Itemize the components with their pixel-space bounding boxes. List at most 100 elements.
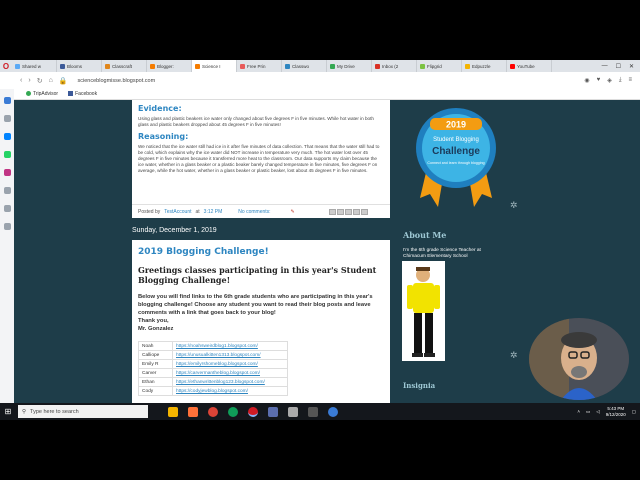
student-blog-link[interactable]: https://codyjewblog.blogspot.com/: [172, 386, 288, 396]
tab-favicon-icon: [105, 63, 110, 69]
student-name: Calliope: [138, 350, 173, 360]
edit-pencil-icon[interactable]: ✎: [291, 209, 295, 215]
date-header: Sunday, December 1, 2019: [132, 227, 217, 234]
student-name: Ethan: [138, 377, 173, 387]
student-blog-link[interactable]: https://ethanwrittenblog123.blogspot.com…: [172, 377, 288, 387]
app-icon[interactable]: [328, 406, 338, 417]
student-table: Noah https://noahsweirdblog1.blogspot.com…: [138, 341, 288, 396]
browser-tab[interactable]: Free Prin: [237, 60, 282, 72]
chrome-alt-icon[interactable]: [228, 406, 238, 417]
tab-label: Flipgrid: [427, 63, 442, 69]
browser-tab[interactable]: Flipgrid: [417, 60, 462, 72]
evidence-text: Using glass and plastic beakers ice wate…: [138, 116, 374, 127]
whatsapp-icon[interactable]: [3, 151, 11, 158]
flow-icon[interactable]: [3, 187, 11, 194]
speed-dial-icon[interactable]: [3, 97, 11, 104]
author-link[interactable]: TestAccount: [164, 209, 191, 215]
forward-icon[interactable]: ›: [28, 77, 30, 84]
history-icon[interactable]: [3, 205, 11, 212]
snapshot-icon[interactable]: ◉: [584, 77, 589, 84]
tab-favicon-icon: [150, 63, 155, 69]
browser-tab[interactable]: My Drive: [327, 60, 372, 72]
sparkle-icon: ✲: [510, 350, 518, 360]
tab-label: Inbox (2: [382, 63, 399, 69]
pinterest-share-icon[interactable]: [360, 208, 368, 215]
window-controls: — ☐ ✕: [602, 63, 640, 70]
screen: O Shared w Blooms Classcraft Blogger: Scienc…: [0, 60, 640, 420]
post-title[interactable]: 2019 Blogging Challenge!: [138, 247, 384, 257]
notifications-icon[interactable]: ▢: [632, 409, 636, 415]
clock[interactable]: 5:43 PM 9/12/2020: [606, 406, 626, 418]
up-arrow-icon[interactable]: ˄: [577, 409, 580, 414]
tab-strip: O Shared w Blooms Classcraft Blogger: Scienc…: [0, 60, 640, 72]
close-icon[interactable]: ✕: [629, 63, 634, 70]
minimize-icon[interactable]: —: [602, 63, 608, 70]
instagram-icon[interactable]: [3, 169, 11, 176]
browser-tab[interactable]: Edpuzzle: [462, 60, 507, 72]
tab-label: Edpuzzle: [472, 63, 491, 69]
settings-icon[interactable]: [3, 223, 11, 230]
evidence-heading: Evidence:: [138, 104, 182, 113]
download-icon[interactable]: ⤓: [619, 77, 622, 84]
browser-tab[interactable]: Blooms: [57, 60, 102, 72]
browser-tab[interactable]: Classcraft: [102, 60, 147, 72]
app-icon[interactable]: [288, 406, 298, 417]
badge-line2: Challenge: [432, 146, 480, 157]
student-name: Cody: [138, 386, 173, 396]
browser-tab[interactable]: Shared w: [12, 60, 57, 72]
file-explorer-icon[interactable]: [168, 406, 178, 417]
maximize-icon[interactable]: ☐: [616, 63, 621, 70]
reasoning-text: We noticed that the ice water still had …: [138, 144, 380, 173]
blogthis-share-icon[interactable]: [336, 208, 344, 215]
student-blog-link[interactable]: https://noahsweirdblog1.blogspot.com/: [172, 341, 288, 351]
facebook-share-icon[interactable]: [352, 208, 360, 215]
student-blog-link[interactable]: https://carvermantheblog.blogspot.com/: [172, 368, 288, 378]
blog-post: 2019 Blogging Challenge! Greetings class…: [132, 240, 390, 403]
vpn-icon[interactable]: ♥: [597, 77, 601, 84]
tab-favicon-icon: [510, 63, 515, 69]
back-icon[interactable]: ‹: [20, 77, 22, 84]
twitter-share-icon[interactable]: [344, 208, 352, 215]
chrome-icon[interactable]: [208, 406, 218, 417]
student-blog-link[interactable]: https://emilyrshomeblog.blogspot.com/: [172, 359, 288, 369]
messenger-icon[interactable]: [3, 133, 11, 140]
app-icon[interactable]: [308, 406, 318, 417]
reload-icon[interactable]: ↻: [37, 77, 43, 85]
browser-tab[interactable]: Classwo: [282, 60, 327, 72]
adblock-icon[interactable]: ◈: [607, 77, 612, 84]
search-icon: ⚲: [22, 408, 27, 415]
table-row: Carver https://carvermantheblog.blogspot.…: [138, 368, 288, 378]
volume-icon[interactable]: ◁: [596, 409, 599, 415]
webcam-overlay: [529, 318, 629, 400]
app-icon[interactable]: [268, 406, 278, 417]
browser-tab[interactable]: Inbox (2: [372, 60, 417, 72]
network-icon[interactable]: ▭: [586, 409, 590, 415]
opera-icon[interactable]: [248, 406, 258, 417]
table-row: Ethan https://ethanwrittenblog123.blogspo…: [138, 377, 288, 387]
bookmarks-bar: TripAdvisor Facebook: [14, 89, 640, 100]
bookmark-facebook[interactable]: Facebook: [68, 91, 97, 97]
about-me-heading: About Me: [403, 230, 447, 240]
tab-favicon-icon: [330, 63, 335, 69]
address-bar: ‹ › ↻ ⌂ 🔒 scienceblogmisse.blogspot.com …: [0, 72, 640, 89]
email-share-icon[interactable]: [328, 208, 336, 215]
search-placeholder: Type here to search: [30, 408, 79, 415]
system-tray: ˄ ▭ ◁ 5:43 PM 9/12/2020 ▢: [577, 406, 640, 418]
student-blog-link[interactable]: https://unusualkitten1313.blogspot.com/: [172, 350, 288, 360]
url-field[interactable]: scienceblogmisse.blogspot.com: [78, 78, 156, 84]
home-icon[interactable]: ⌂: [49, 77, 53, 84]
browser-tab[interactable]: Blogger:: [147, 60, 192, 72]
browser-tab[interactable]: Science I: [192, 60, 237, 72]
bookmarks-icon[interactable]: [3, 115, 11, 122]
bookmark-tripadvisor[interactable]: TripAdvisor: [26, 91, 58, 97]
firefox-icon[interactable]: [188, 406, 198, 417]
taskbar-search[interactable]: ⚲ Type here to search: [18, 405, 148, 418]
menu-icon[interactable]: ≡: [628, 77, 632, 84]
tab-label: Classcraft: [112, 63, 133, 69]
windows-start-icon[interactable]: ⊞: [0, 403, 16, 420]
time-link[interactable]: 3:12 PM: [204, 209, 223, 215]
browser-tab[interactable]: YouTube: [507, 60, 552, 72]
tripadvisor-icon: [26, 91, 31, 97]
opera-logo-icon[interactable]: O: [0, 60, 12, 72]
comments-link[interactable]: No comments:: [238, 209, 270, 215]
